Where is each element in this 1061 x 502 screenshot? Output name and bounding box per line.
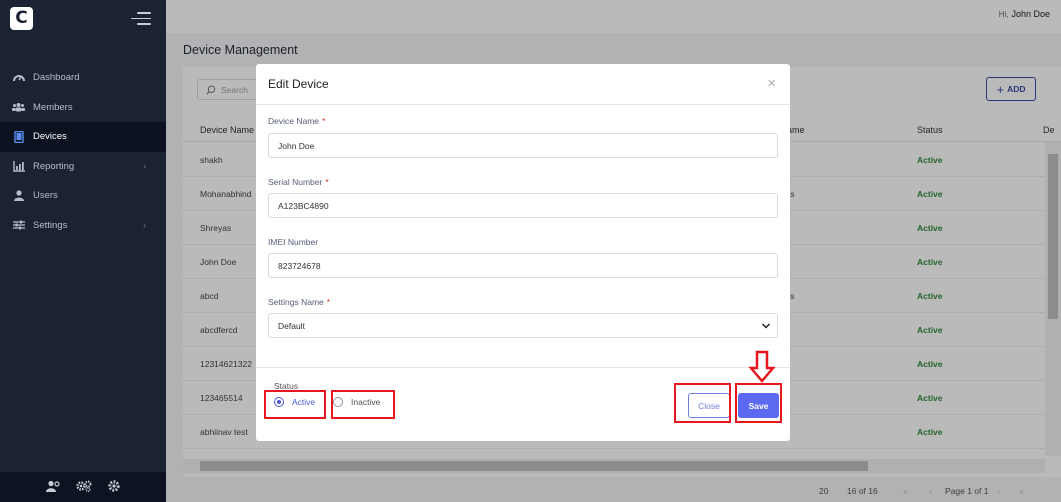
modal-header: Edit Device × [256,64,790,105]
serial-number-label: Serial Number * [268,177,329,187]
highlight-inactive-radio [331,390,395,419]
user-settings-icon[interactable] [46,480,60,494]
device-name-field[interactable]: John Doe [268,133,778,158]
sidebar-item-devices[interactable]: Devices [0,122,166,152]
dashboard-icon [12,72,25,83]
imei-number-label: IMEI Number [268,237,319,247]
gear-icon[interactable] [108,480,120,494]
sidebar-nav: Dashboard Members Devices Reporting › Us… [0,63,166,240]
modal-title: Edit Device [268,77,329,91]
chevron-down-icon [761,323,771,329]
settings-name-select[interactable]: Default [268,313,778,338]
sidebar-item-settings[interactable]: Settings › [0,211,166,241]
sidebar-item-dashboard[interactable]: Dashboard [0,63,166,93]
sidebar-item-users[interactable]: Users [0,181,166,211]
user-icon [12,190,25,202]
chevron-right-icon: › [143,161,146,172]
reporting-icon [12,160,25,172]
highlight-save-button [735,383,782,423]
settings-name-label: Settings Name * [268,297,331,307]
arrow-down-icon [748,350,776,383]
device-name-label: Device Name * [268,116,326,126]
highlight-active-radio [264,390,326,419]
menu-toggle-icon[interactable] [131,12,151,26]
app-logo[interactable]: C [10,7,33,30]
close-icon[interactable]: × [767,76,776,91]
gears-icon[interactable] [76,480,92,494]
devices-icon [12,130,25,143]
sidebar: C Dashboard Members Devices Reporting › … [0,0,166,502]
imei-number-field[interactable]: 823724678 [268,253,778,278]
sidebar-item-reporting[interactable]: Reporting › [0,152,166,182]
sidebar-footer [0,472,166,502]
sidebar-item-members[interactable]: Members [0,93,166,123]
settings-icon [12,220,25,231]
members-icon [12,102,25,113]
highlight-close-button [674,383,731,423]
serial-number-field[interactable]: A123BC4890 [268,193,778,218]
chevron-right-icon: › [143,220,146,231]
